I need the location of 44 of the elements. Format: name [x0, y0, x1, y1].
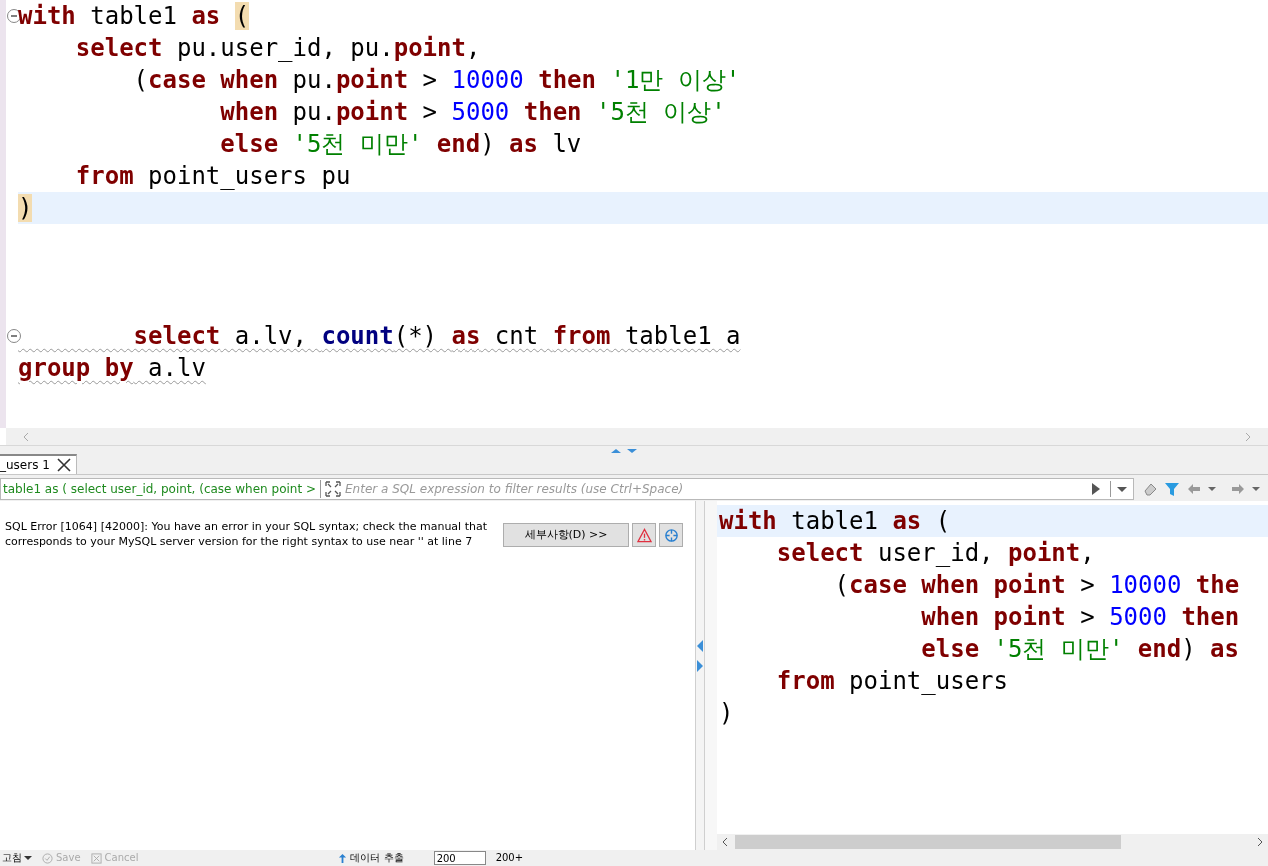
- sash-arrows-icon[interactable]: [609, 446, 639, 454]
- code-line: else '5천 미만' end) as lv: [219, 130, 582, 158]
- code-line: with table1 as (: [18, 2, 250, 30]
- locate-button[interactable]: [659, 523, 683, 547]
- error-message: SQL Error [1064] [42000]: You have an error in your SQL syntax; check the manual that corresponds to your MySQL server version for the right syntax to use near '' at line 7: [5, 519, 487, 550]
- filter-icon[interactable]: [1164, 481, 1180, 497]
- code-line: select user_id, point,: [775, 539, 1095, 567]
- code-line: group by a.lv: [18, 354, 206, 382]
- scrollbar-thumb[interactable]: [735, 835, 1121, 849]
- result-tab[interactable]: _users 1: [0, 454, 77, 474]
- caret-icon: [24, 854, 32, 862]
- up-arrow-icon: [338, 852, 348, 864]
- collapse-right-icon[interactable]: [697, 659, 703, 672]
- warning-icon: [636, 527, 652, 543]
- code-line: select a.lv, count(*) as cnt from table1 a: [132, 322, 741, 350]
- warning-button[interactable]: [632, 523, 656, 547]
- collapse-left-icon[interactable]: [697, 639, 703, 652]
- code-line: with table1 as (: [719, 507, 951, 535]
- code-line: (case when point > 10000 the: [833, 571, 1240, 599]
- filter-history[interactable]: table1 as ( select user_id, point, (case when point >: [1, 480, 321, 498]
- forward-icon[interactable]: [1230, 481, 1246, 497]
- check-circle-icon: [42, 852, 53, 864]
- filter-field[interactable]: table1 as ( select user_id, point, (case when point > Enter a SQL expression to filter results (use Ctrl+Space): [0, 478, 1134, 500]
- code-line: when point > 5000 then: [920, 603, 1240, 631]
- details-button[interactable]: 세부사항(D) >>: [503, 523, 629, 547]
- row-count: 200+: [495, 852, 524, 864]
- expand-icon[interactable]: [325, 481, 341, 497]
- close-icon[interactable]: [55, 457, 72, 473]
- scroll-right-icon[interactable]: [1256, 837, 1264, 847]
- filter-input[interactable]: Enter a SQL expression to filter results (use Ctrl+Space): [345, 480, 1088, 498]
- code-line: (case when pu.point > 10000 then '1만 이상': [132, 66, 741, 94]
- fetch-size-field[interactable]: 200: [433, 851, 486, 865]
- eraser-icon[interactable]: [1142, 481, 1158, 497]
- code-line: else '5천 미만' end) as: [920, 635, 1239, 663]
- cancel-icon: [90, 852, 102, 864]
- refresh-button[interactable]: 고침: [2, 852, 32, 864]
- code-line: from point_users pu: [74, 162, 351, 190]
- crosshair-icon: [663, 527, 679, 543]
- scroll-left-icon[interactable]: [721, 837, 729, 847]
- code-line: ): [719, 699, 734, 727]
- code-line: from point_users: [775, 667, 1008, 695]
- export-button[interactable]: 데이터 추출: [338, 852, 404, 864]
- code-line: select pu.user_id, pu.point,: [74, 34, 481, 62]
- code-line: when pu.point > 5000 then '5천 이상': [219, 98, 726, 126]
